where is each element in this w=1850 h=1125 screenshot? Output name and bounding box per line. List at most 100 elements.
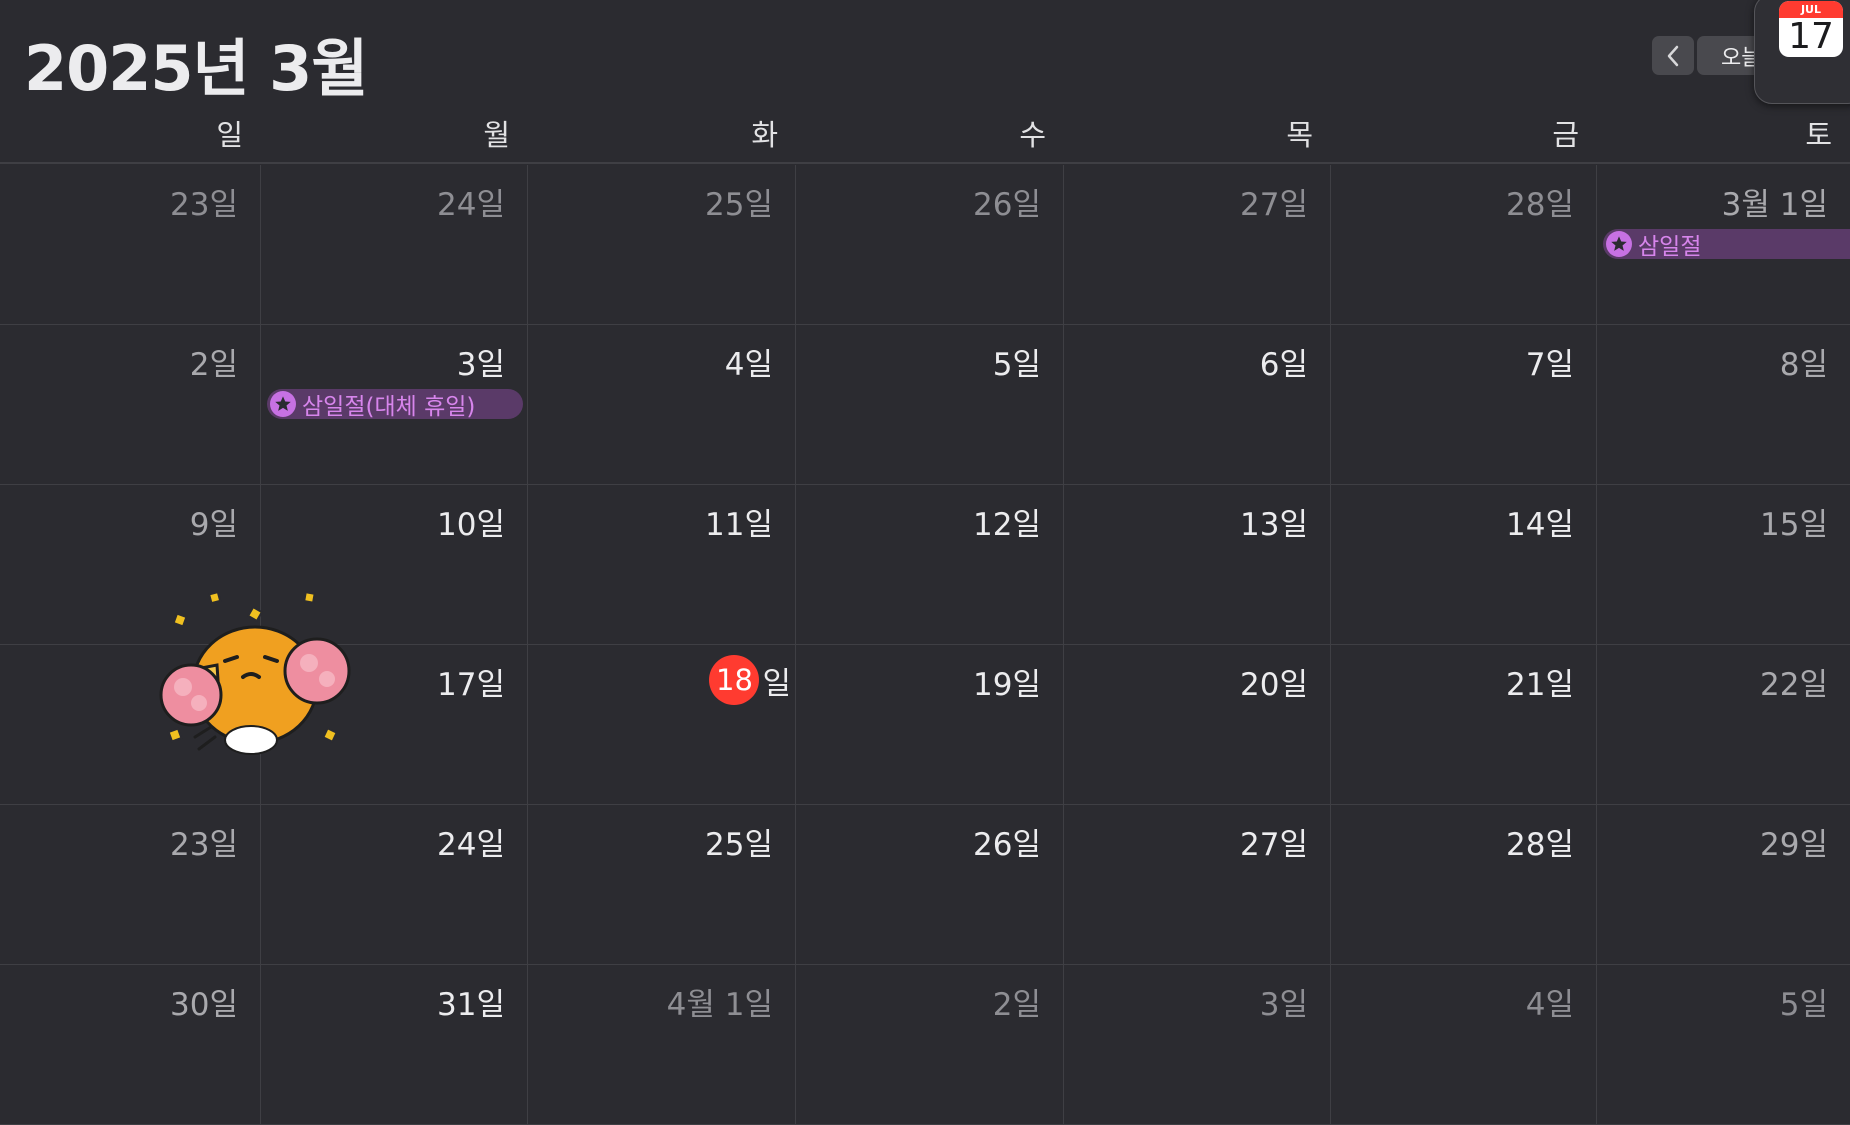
date-label: 26일 (973, 827, 1041, 863)
date-label: 30일 (170, 987, 238, 1023)
day-cell[interactable]: 26일 (796, 805, 1064, 965)
calendar-app-dock-icon[interactable]: JUL 17 (1754, 0, 1850, 104)
day-cell[interactable]: 14일 (1331, 485, 1597, 645)
weekday-label: 수 (1019, 118, 1046, 152)
day-cell[interactable]: 4월 1일 (528, 965, 796, 1125)
date-label: 29일 (1760, 827, 1828, 863)
date-label: 5일 (1779, 987, 1828, 1023)
day-cell[interactable]: 29일 (1597, 805, 1850, 965)
date-label: 4월 1일 (666, 987, 773, 1023)
calendar-icon: JUL 17 (1779, 1, 1843, 57)
day-cell[interactable]: 31일 (261, 965, 528, 1125)
date-label: 5일 (992, 347, 1041, 383)
date-label: 12일 (973, 507, 1041, 543)
star-icon (270, 391, 296, 417)
date-label: 8일 (1779, 347, 1828, 383)
weekday-label: 목 (1286, 118, 1313, 152)
date-label: 3일 (456, 347, 505, 383)
day-cell[interactable]: 22일 (1597, 645, 1850, 805)
today-date-label: 18 일 (709, 655, 791, 705)
date-label: 2일 (992, 987, 1041, 1023)
date-label: 9일 (189, 507, 238, 543)
date-label: 31일 (437, 987, 505, 1023)
day-cell[interactable]: 25일 (528, 165, 796, 325)
date-label: 14일 (1506, 507, 1574, 543)
date-suffix: 일 (762, 665, 791, 702)
day-cell[interactable]: 5일 (1597, 965, 1850, 1125)
date-label: 11일 (705, 507, 773, 543)
day-cell[interactable]: 2일 (0, 325, 261, 485)
date-label: 20일 (1240, 667, 1308, 703)
weekday-label: 금 (1552, 118, 1579, 152)
day-cell[interactable]: 19일 (796, 645, 1064, 805)
date-label: 2일 (189, 347, 238, 383)
calendar-icon-day: 17 (1788, 16, 1834, 57)
day-cell[interactable]: 7일 (1331, 325, 1597, 485)
date-label: 15일 (1760, 507, 1828, 543)
day-cell[interactable]: 24일 (261, 165, 528, 325)
day-cell[interactable]: 3일 (1064, 965, 1331, 1125)
day-cell[interactable]: 12일 (796, 485, 1064, 645)
date-label: 27일 (1240, 827, 1308, 863)
day-cell[interactable]: 24일 (261, 805, 528, 965)
event-title: 삼일절(대체 휴일) (302, 394, 476, 419)
date-label: 23일 (170, 187, 238, 223)
date-label: 4일 (724, 347, 773, 383)
day-cell[interactable]: 4일 (1331, 965, 1597, 1125)
day-cell[interactable]: 28일 (1331, 165, 1597, 325)
day-cell[interactable]: 3월 1일 삼일절 (1597, 165, 1850, 325)
day-cell[interactable]: 13일 (1064, 485, 1331, 645)
cheering-character-sticker-icon (159, 590, 351, 755)
date-label: 6일 (1259, 347, 1308, 383)
day-cell[interactable]: 11일 (528, 485, 796, 645)
day-cell[interactable]: 30일 (0, 965, 261, 1125)
weekday-label: 일 (216, 118, 243, 152)
holiday-event[interactable]: 삼일절 (1603, 229, 1850, 259)
day-cell[interactable]: 8일 (1597, 325, 1850, 485)
date-label: 22일 (1760, 667, 1828, 703)
date-label: 25일 (705, 187, 773, 223)
today-indicator: 18 (709, 655, 760, 705)
day-cell[interactable]: 28일 (1331, 805, 1597, 965)
date-label: 27일 (1240, 187, 1308, 223)
day-cell[interactable]: 20일 (1064, 645, 1331, 805)
star-icon (1606, 231, 1632, 257)
day-cell[interactable]: 27일 (1064, 805, 1331, 965)
date-label: 7일 (1525, 347, 1574, 383)
date-label: 23일 (170, 827, 238, 863)
day-cell[interactable]: 25일 (528, 805, 796, 965)
previous-month-button[interactable] (1652, 36, 1694, 75)
day-cell[interactable]: 23일 (0, 165, 261, 325)
date-label: 28일 (1506, 187, 1574, 223)
date-label: 10일 (437, 507, 505, 543)
day-cell[interactable]: 3일삼일절(대체 휴일) (261, 325, 528, 485)
date-label: 28일 (1506, 827, 1574, 863)
day-cell[interactable]: 18 일 (528, 645, 796, 805)
date-label: 19일 (973, 667, 1041, 703)
day-cell[interactable]: 27일 (1064, 165, 1331, 325)
day-cell[interactable]: 23일 (0, 805, 261, 965)
page-title: 2025년 3월 (24, 32, 368, 105)
date-label: 13일 (1240, 507, 1308, 543)
date-label: 25일 (705, 827, 773, 863)
day-cell[interactable]: 4일 (528, 325, 796, 485)
day-cell[interactable]: 21일 (1331, 645, 1597, 805)
day-cell[interactable]: 26일 (796, 165, 1064, 325)
date-label: 26일 (973, 187, 1041, 223)
day-cell[interactable]: 6일 (1064, 325, 1331, 485)
date-label: 21일 (1506, 667, 1574, 703)
date-label: 3일 (1259, 987, 1308, 1023)
chevron-left-icon (1667, 45, 1679, 66)
weekday-label: 토 (1805, 118, 1832, 152)
holiday-event[interactable]: 삼일절(대체 휴일) (267, 389, 523, 419)
date-label: 4일 (1525, 987, 1574, 1023)
event-title: 삼일절 (1638, 234, 1702, 259)
day-cell[interactable]: 5일 (796, 325, 1064, 485)
weekday-label: 화 (751, 118, 778, 152)
weekday-label: 월 (483, 118, 510, 152)
date-label: 24일 (437, 827, 505, 863)
day-cell[interactable]: 15일 (1597, 485, 1850, 645)
day-cell[interactable]: 2일 (796, 965, 1064, 1125)
date-label: 17일 (437, 667, 505, 703)
date-label: 24일 (437, 187, 505, 223)
